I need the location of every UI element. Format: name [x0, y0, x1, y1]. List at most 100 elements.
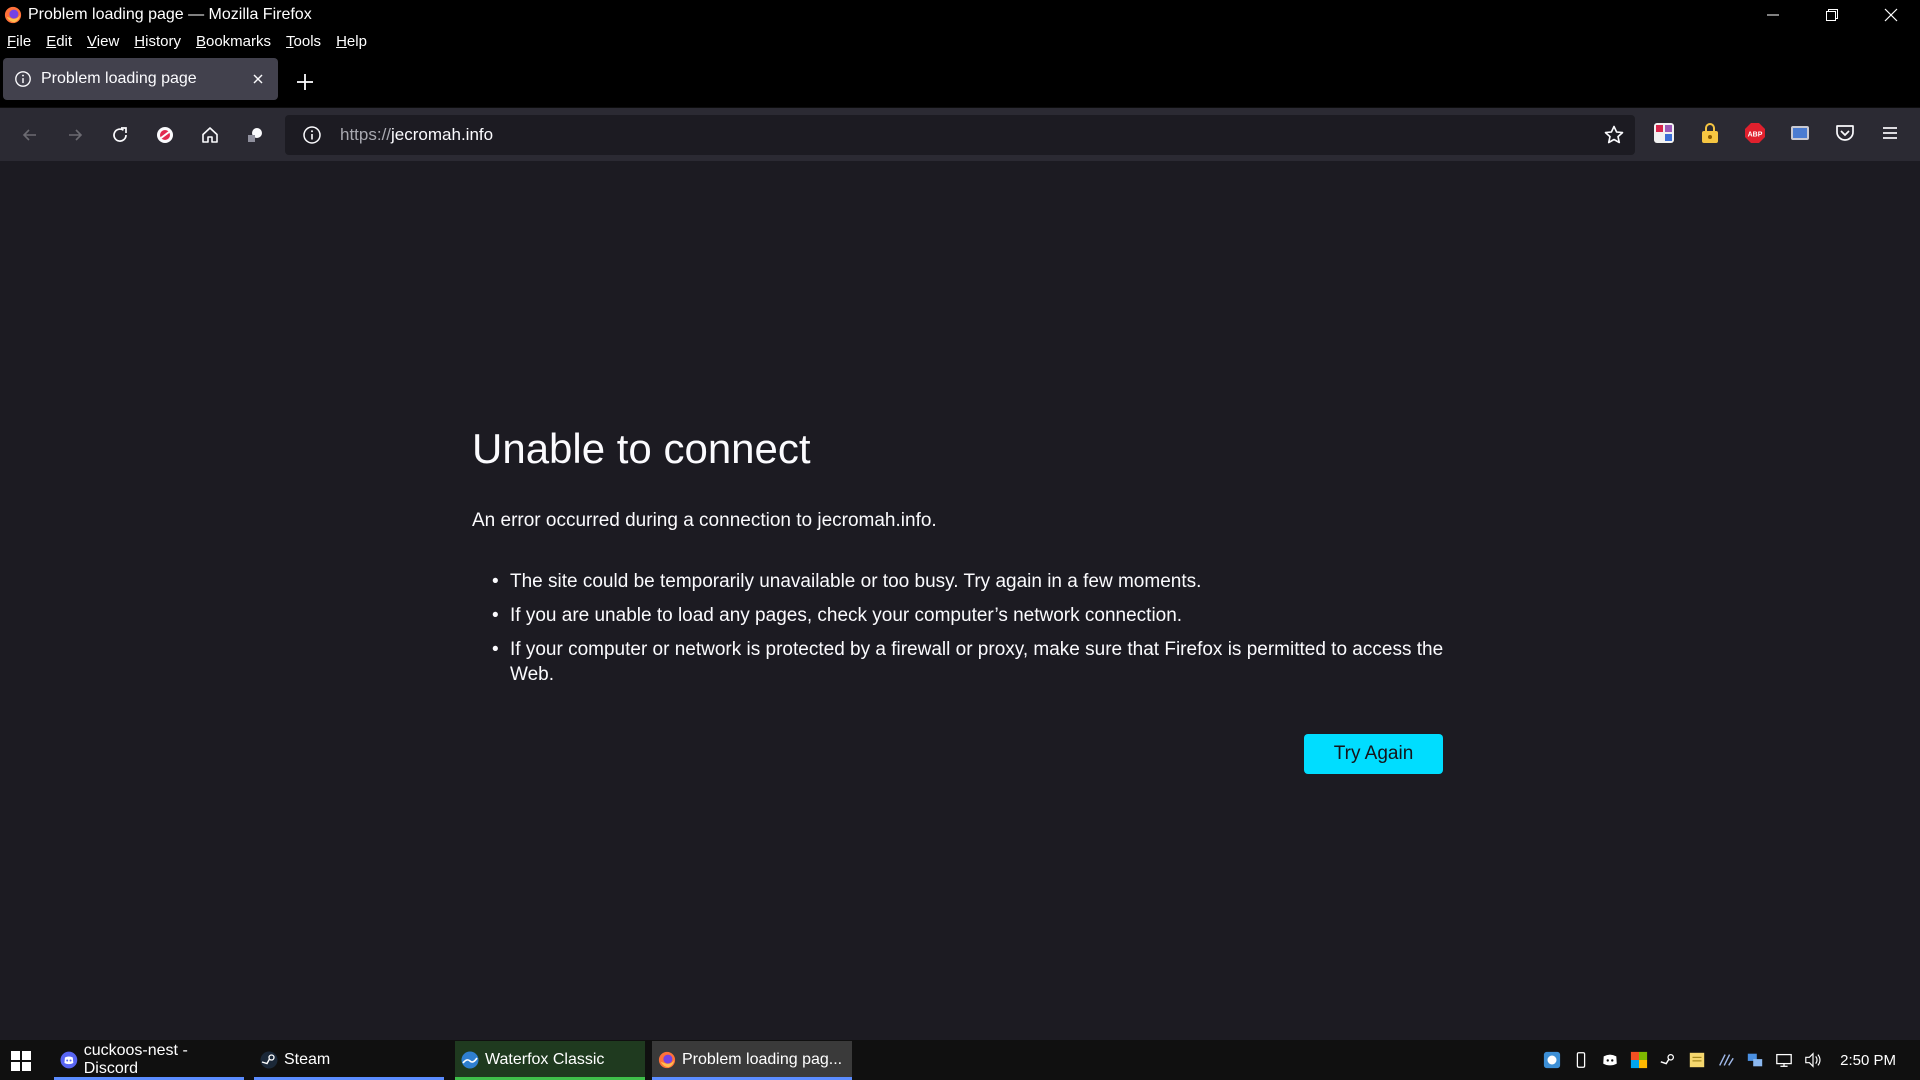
error-suggestion: The site could be temporarily unavailabl… [492, 569, 1452, 594]
puzzle-addon-icon [248, 128, 262, 142]
adblock-plus-icon: ABP [1745, 123, 1765, 143]
menu-edit-label: dit [56, 32, 73, 50]
adblock-plus-button[interactable]: ABP [1742, 120, 1768, 146]
tray-sync-icon[interactable] [1716, 1050, 1736, 1070]
url-host: jecromah.info [391, 125, 494, 144]
taskbar-item-label: Problem loading pag... [682, 1051, 843, 1068]
colorful-app-icon [1631, 1051, 1648, 1069]
menu-help-mnemonic: H [336, 32, 347, 50]
tray-office-icon[interactable] [1629, 1050, 1649, 1070]
taskbar-item-label: Steam [284, 1051, 331, 1068]
minimize-button[interactable] [1743, 0, 1802, 29]
firefox-icon [4, 6, 22, 23]
back-arrow-icon [22, 129, 36, 141]
tray-app-icon[interactable] [1542, 1050, 1562, 1070]
waterfox-icon [461, 1051, 479, 1069]
pocket-button[interactable] [1832, 120, 1858, 146]
forward-arrow-icon [69, 129, 83, 141]
info-icon [15, 71, 31, 87]
close-window-button[interactable] [1861, 0, 1920, 29]
navigation-toolbar: https://jecromah.info [0, 107, 1920, 161]
taskbar-item-steam[interactable]: Steam [254, 1041, 444, 1080]
new-tab-icon[interactable] [292, 69, 318, 95]
lock-extension-icon [1702, 123, 1718, 143]
taskbar-item-firefox[interactable]: Problem loading pag... [652, 1041, 852, 1080]
network-activity-icon [1719, 1054, 1734, 1066]
extension-button-3[interactable] [1787, 120, 1813, 146]
error-suggestions-list: The site could be temporarily unavailabl… [492, 569, 1452, 696]
menu-view-mnemonic: V [87, 32, 97, 50]
addon-button-2[interactable] [240, 120, 270, 150]
menu-tools[interactable]: Tools [286, 33, 321, 50]
menu-file[interactable]: File [7, 33, 31, 50]
network-icon [1776, 1053, 1792, 1067]
window-title: Problem loading page — Mozilla Firefox [28, 5, 312, 23]
url-bar[interactable]: https://jecromah.info [285, 115, 1635, 155]
taskbar-item-waterfox[interactable]: Waterfox Classic [455, 1041, 645, 1080]
bookmark-star-icon[interactable] [1603, 124, 1625, 146]
usb-drive-icon [1576, 1052, 1586, 1068]
firefox-icon [658, 1051, 676, 1069]
reload-button[interactable] [105, 120, 135, 150]
try-again-button[interactable]: Try Again [1304, 734, 1443, 774]
menu-edit[interactable]: Edit [46, 33, 72, 50]
menu-view-label: iew [96, 32, 120, 50]
restore-button[interactable] [1802, 0, 1861, 29]
tray-volume-icon[interactable] [1803, 1050, 1823, 1070]
sticky-notes-icon [1689, 1052, 1705, 1068]
menu-file-label: ile [16, 32, 32, 50]
menu-help-label: elp [346, 32, 367, 50]
forward-button[interactable] [60, 120, 90, 150]
site-info-icon[interactable] [302, 125, 322, 145]
extension-button-2[interactable] [1697, 120, 1723, 146]
screenshot-extension-icon [1791, 126, 1809, 140]
menu-bar: File Edit View History Bookmarks Tools H… [0, 29, 1920, 53]
taskbar-item-label: cuckoos-nest - Discord [83, 1042, 188, 1077]
cloud-sync-icon [1544, 1051, 1561, 1069]
discord-icon [60, 1051, 78, 1069]
extension-button-1[interactable] [1651, 120, 1677, 146]
addon-button-1[interactable] [150, 120, 180, 150]
error-description: An error occurred during a connection to… [472, 510, 937, 531]
menu-bookmarks[interactable]: Bookmarks [196, 33, 271, 50]
reload-icon [113, 127, 127, 142]
steam-icon [260, 1051, 278, 1069]
svg-text:ABP: ABP [1748, 132, 1763, 139]
menu-bookmarks-mnemonic: B [195, 32, 206, 50]
app-menu-button[interactable] [1877, 120, 1903, 146]
volume-icon [1805, 1052, 1821, 1068]
close-icon [1884, 8, 1897, 21]
menu-bookmarks-label: ookmarks [206, 32, 272, 50]
page-content: Unable to connect An error occurred duri… [0, 161, 1920, 1046]
menu-history-label: istory [145, 32, 181, 50]
tray-steam-icon[interactable] [1658, 1050, 1678, 1070]
menu-history[interactable]: History [134, 33, 181, 50]
shield-addon-icon [157, 127, 173, 143]
windows-taskbar: cuckoos-nest - Discord Steam Waterfox Cl… [0, 1040, 1920, 1080]
remote-desktop-icon [1747, 1053, 1763, 1067]
taskbar-item-discord[interactable]: cuckoos-nest - Discord [54, 1041, 244, 1080]
grid-extension-icon [1654, 123, 1674, 143]
minimize-icon [1766, 14, 1779, 15]
close-tab-icon[interactable] [250, 71, 266, 87]
error-title: Unable to connect [472, 425, 811, 472]
window-titlebar: Problem loading page — Mozilla Firefox [0, 0, 1920, 29]
menu-edit-mnemonic: E [46, 32, 57, 50]
menu-help[interactable]: Help [336, 33, 367, 50]
system-tray: 2:50 PM [1542, 1040, 1920, 1080]
tab-title: Problem loading page [41, 70, 197, 87]
home-button[interactable] [195, 120, 225, 150]
tray-discord-icon[interactable] [1600, 1050, 1620, 1070]
discord-icon [1603, 1054, 1617, 1066]
tray-network-icon[interactable] [1774, 1050, 1794, 1070]
tray-notes-icon[interactable] [1687, 1050, 1707, 1070]
pocket-icon [1836, 125, 1854, 141]
taskbar-clock[interactable]: 2:50 PM [1840, 1052, 1896, 1069]
back-button[interactable] [15, 120, 45, 150]
menu-view[interactable]: View [87, 33, 119, 50]
tray-remote-icon[interactable] [1745, 1050, 1765, 1070]
tab-problem-loading[interactable]: Problem loading page [3, 58, 278, 100]
windows-start-icon[interactable] [10, 1050, 32, 1072]
tray-usb-icon[interactable] [1571, 1050, 1591, 1070]
url-scheme: https:// [340, 125, 392, 144]
